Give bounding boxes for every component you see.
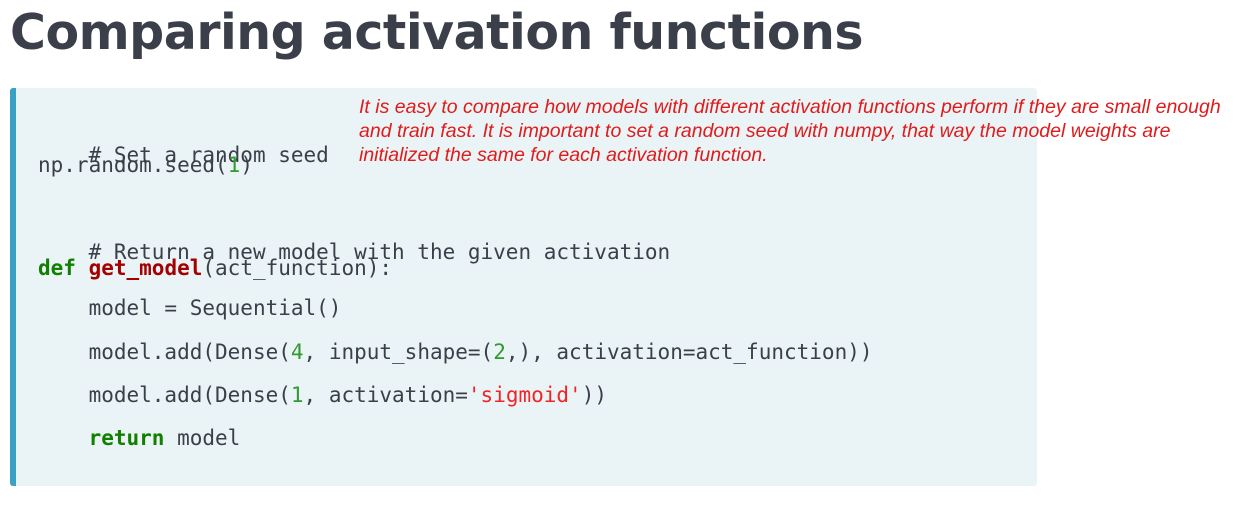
- code-add-dense-a: model.add(Dense(: [88, 340, 291, 364]
- page-title: Comparing activation functions: [10, 4, 864, 61]
- code-line-6: model.add(Dense(4, input_shape=(2,), act…: [38, 337, 873, 367]
- code-number: 4: [290, 340, 304, 364]
- code-add-output-c: )): [581, 383, 607, 407]
- code-keyword-def: def: [38, 256, 76, 280]
- code-number: 1: [290, 383, 304, 407]
- code-paren: ): [240, 153, 253, 177]
- code-add-output-b: , activation=: [303, 383, 468, 407]
- code-number: 1: [227, 153, 241, 177]
- code-line-8: return model: [38, 423, 241, 453]
- code-string: 'sigmoid': [467, 383, 582, 407]
- code-line-2: np.random.seed(1): [38, 150, 253, 180]
- code-function-args: (act_function):: [202, 256, 393, 280]
- code-line-4: def get_model(act_function):: [38, 253, 392, 283]
- code-line-3: # Return a new model with the given acti…: [38, 207, 671, 297]
- code-number: 2: [493, 340, 506, 364]
- code-function-name: get_model: [88, 256, 203, 280]
- code-line-7: model.add(Dense(1, activation='sigmoid')…: [38, 380, 607, 410]
- annotation-note: It is easy to compare how models with di…: [359, 96, 1221, 166]
- code-seed-call: np.random.seed(: [38, 153, 228, 177]
- code-add-output-a: model.add(Dense(: [88, 383, 291, 407]
- code-model-init: model = Sequential(): [88, 296, 342, 320]
- code-line-5: model = Sequential(): [38, 293, 342, 323]
- code-add-dense-c: ,), activation=act_function)): [505, 340, 873, 364]
- code-keyword-return: return: [88, 426, 165, 450]
- code-return-value: model: [164, 426, 241, 450]
- code-add-dense-b: , input_shape=(: [303, 340, 494, 364]
